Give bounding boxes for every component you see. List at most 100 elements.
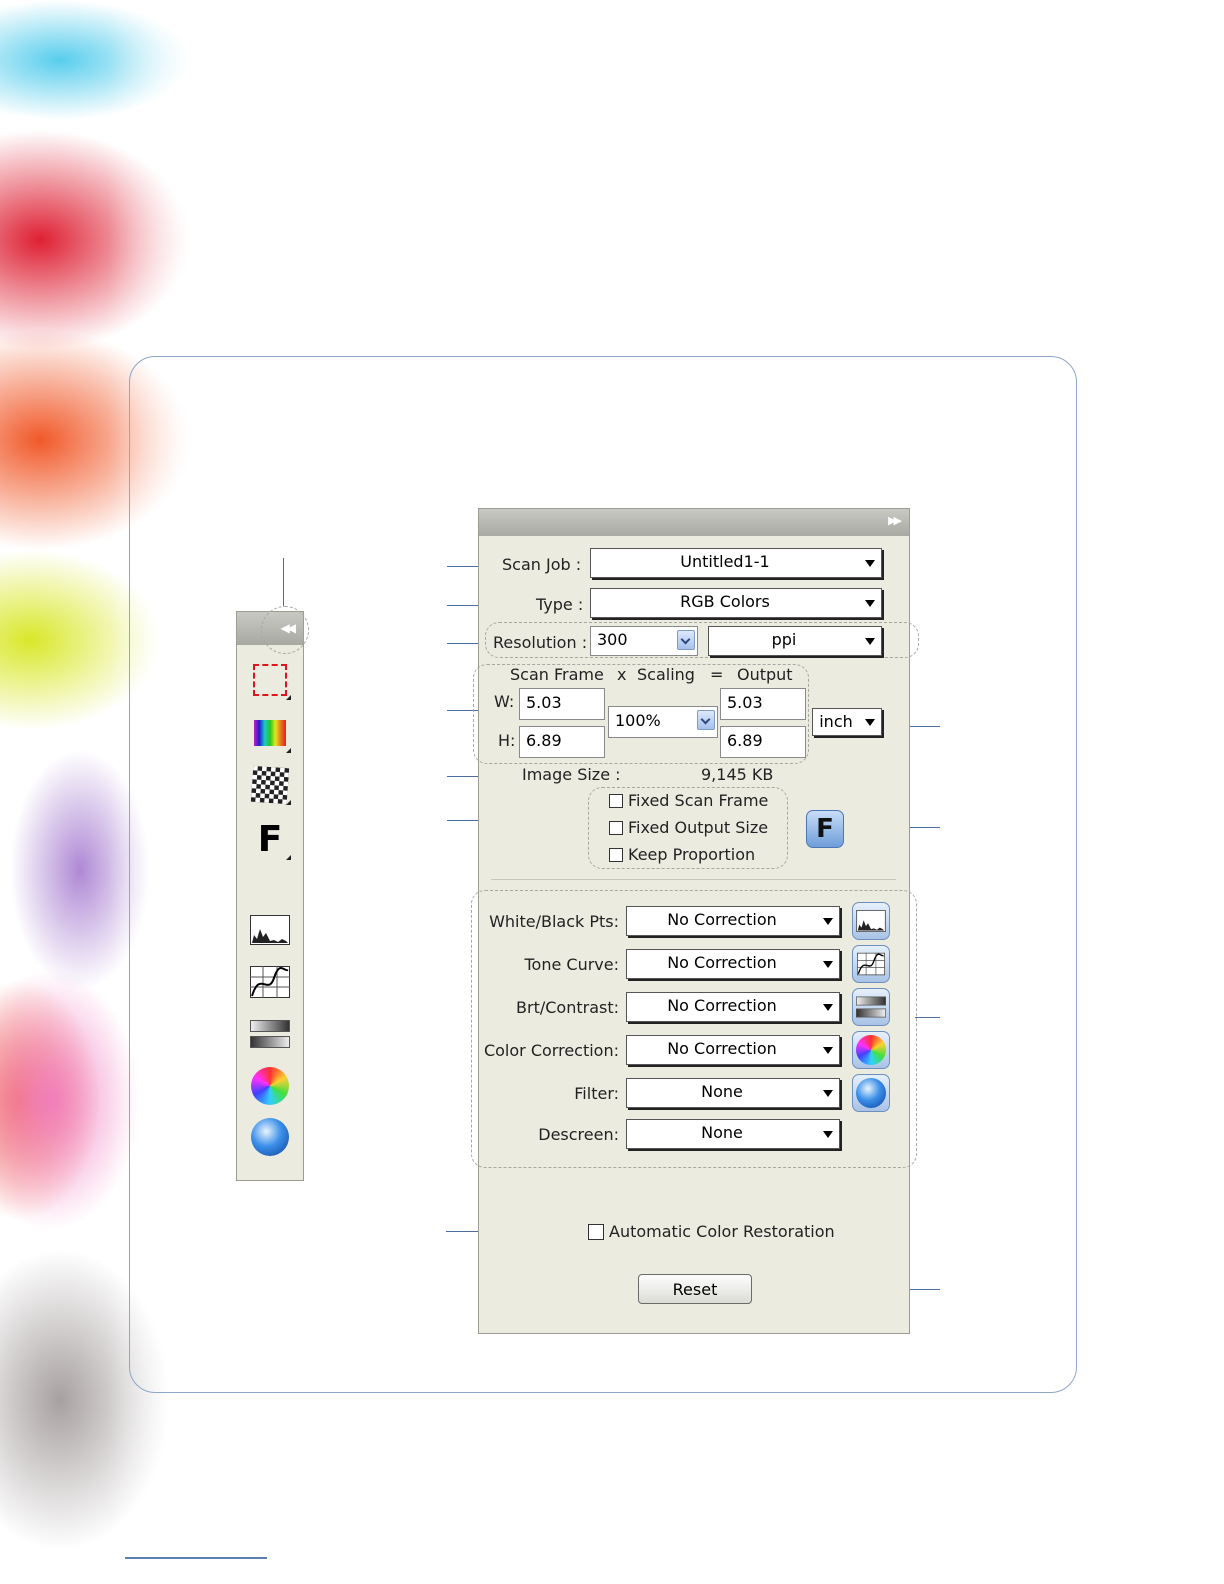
- descreen-dropdown[interactable]: None: [626, 1119, 840, 1149]
- chevron-down-icon: [823, 1090, 833, 1097]
- auto-color-restoration-checkbox[interactable]: Automatic Color Restoration: [588, 1222, 835, 1241]
- fixed-output-size-label: Fixed Output Size: [628, 818, 769, 837]
- type-dropdown[interactable]: RGB Colors: [590, 588, 882, 618]
- scan-height-field[interactable]: 6.89: [519, 726, 605, 758]
- chevron-down-icon: [865, 719, 875, 726]
- resolution-unit-value: ppi: [771, 630, 797, 649]
- panel-title-bar: ▶▶: [479, 509, 909, 536]
- fixed-scan-frame-label: Fixed Scan Frame: [628, 791, 769, 810]
- color-correction-dropdown[interactable]: No Correction: [626, 1035, 840, 1065]
- output-height-field[interactable]: 6.89: [720, 726, 806, 758]
- scan-frame-header: Scan Frame: [510, 665, 604, 684]
- f-icon-text: F: [257, 819, 283, 860]
- histogram-button[interactable]: [852, 902, 890, 940]
- tone-curve-icon: [857, 952, 885, 976]
- chevron-down-icon: [823, 1047, 833, 1054]
- filter-button[interactable]: [852, 1074, 890, 1112]
- times-symbol: x: [617, 665, 627, 684]
- scaling-combo[interactable]: 100%: [608, 706, 718, 738]
- checkbox-box[interactable]: [588, 1223, 604, 1240]
- chevron-down-icon[interactable]: [697, 710, 715, 730]
- tone-curve-value: No Correction: [667, 953, 777, 972]
- image-size-label: Image Size :: [522, 765, 621, 784]
- white-black-pts-value: No Correction: [667, 910, 777, 929]
- brightness-contrast-icon: [856, 996, 886, 1018]
- scan-frame-icon[interactable]: [249, 660, 291, 700]
- type-value: RGB Colors: [680, 592, 770, 611]
- output-header: Output: [737, 665, 793, 684]
- checkbox-box[interactable]: [609, 847, 623, 862]
- footer-rule: [125, 1557, 267, 1559]
- image-size-value: 9,145 KB: [701, 765, 774, 784]
- filter-dropdown[interactable]: None: [626, 1078, 840, 1108]
- resolution-value: 300: [597, 630, 628, 649]
- scaling-value: 100%: [615, 711, 661, 730]
- fixed-output-size-checkbox[interactable]: Fixed Output Size: [609, 818, 768, 837]
- chevron-down-icon: [823, 961, 833, 968]
- equals-symbol: =: [710, 665, 724, 684]
- size-unit-dropdown[interactable]: inch: [812, 708, 882, 736]
- scan-job-dropdown[interactable]: Untitled1-1: [590, 548, 882, 578]
- scanner-settings-panel: ▶▶ Scan Job : Untitled1-1 Type : RGB Col…: [471, 508, 919, 1334]
- filter-value: None: [701, 1082, 743, 1101]
- scan-job-value: Untitled1-1: [680, 552, 770, 571]
- checkbox-box[interactable]: [609, 793, 623, 808]
- checkbox-box[interactable]: [609, 820, 623, 835]
- filter-sphere-icon[interactable]: [249, 1117, 291, 1157]
- fixed-scan-frame-checkbox[interactable]: Fixed Scan Frame: [609, 791, 768, 810]
- reset-button[interactable]: Reset: [638, 1274, 752, 1304]
- chevron-down-icon: [865, 600, 875, 607]
- color-correction-value: No Correction: [667, 1039, 777, 1058]
- type-label: Type :: [536, 595, 584, 614]
- color-correction-button[interactable]: [852, 1031, 890, 1069]
- descreen-label: Descreen:: [538, 1125, 619, 1144]
- keep-proportion-label: Keep Proportion: [628, 845, 756, 864]
- chevron-down-icon: [865, 560, 875, 567]
- brt-contrast-value: No Correction: [667, 996, 777, 1015]
- white-black-pts-label: White/Black Pts:: [489, 912, 619, 931]
- resolution-unit-dropdown[interactable]: ppi: [708, 626, 882, 656]
- color-wheel-icon: [856, 1035, 886, 1065]
- chevron-down-icon: [865, 638, 875, 645]
- scan-width-field[interactable]: 5.03: [519, 688, 605, 720]
- resolution-combo[interactable]: 300: [590, 626, 698, 656]
- brt-contrast-label: Brt/Contrast:: [516, 998, 619, 1017]
- tone-curve-icon[interactable]: [249, 962, 291, 1002]
- resolution-label: Resolution :: [493, 633, 588, 652]
- color-bars-icon[interactable]: [249, 713, 291, 753]
- width-label: W:: [494, 692, 515, 711]
- frame-options-button[interactable]: F: [806, 810, 844, 848]
- brt-contrast-dropdown[interactable]: No Correction: [626, 992, 840, 1022]
- color-correction-label: Color Correction:: [483, 1041, 619, 1060]
- height-label: H:: [498, 731, 516, 750]
- chevron-down-icon[interactable]: [677, 630, 695, 650]
- output-width-field[interactable]: 5.03: [720, 688, 806, 720]
- checker-pattern-icon[interactable]: [249, 765, 291, 805]
- brightness-contrast-button[interactable]: [852, 988, 890, 1026]
- tone-curve-label: Tone Curve:: [524, 955, 619, 974]
- chevron-down-icon: [823, 1131, 833, 1138]
- white-black-pts-dropdown[interactable]: No Correction: [626, 906, 840, 936]
- divider: [491, 879, 896, 880]
- tone-curve-dropdown[interactable]: No Correction: [626, 949, 840, 979]
- leader-line: [915, 1017, 940, 1018]
- size-unit-value: inch: [819, 712, 853, 731]
- keep-proportion-checkbox[interactable]: Keep Proportion: [609, 845, 755, 864]
- chevron-down-icon: [823, 918, 833, 925]
- collapse-arrows-icon[interactable]: ▶▶: [888, 514, 902, 527]
- brightness-contrast-icon[interactable]: [249, 1014, 291, 1054]
- scan-job-label: Scan Job :: [502, 555, 582, 574]
- compact-toolbar: ◀◀ F: [236, 606, 309, 1181]
- histogram-icon[interactable]: [249, 910, 291, 950]
- tone-curve-button[interactable]: [852, 945, 890, 983]
- f-icon[interactable]: F: [249, 820, 291, 860]
- histogram-icon: [856, 910, 886, 932]
- descreen-value: None: [701, 1123, 743, 1142]
- highlight-circle: [261, 606, 309, 654]
- leader-line: [283, 558, 284, 606]
- auto-color-restoration-label: Automatic Color Restoration: [609, 1222, 835, 1241]
- color-wheel-icon[interactable]: [249, 1066, 291, 1106]
- filter-label: Filter:: [574, 1084, 619, 1103]
- scaling-header: Scaling: [637, 665, 695, 684]
- chevron-down-icon: [823, 1004, 833, 1011]
